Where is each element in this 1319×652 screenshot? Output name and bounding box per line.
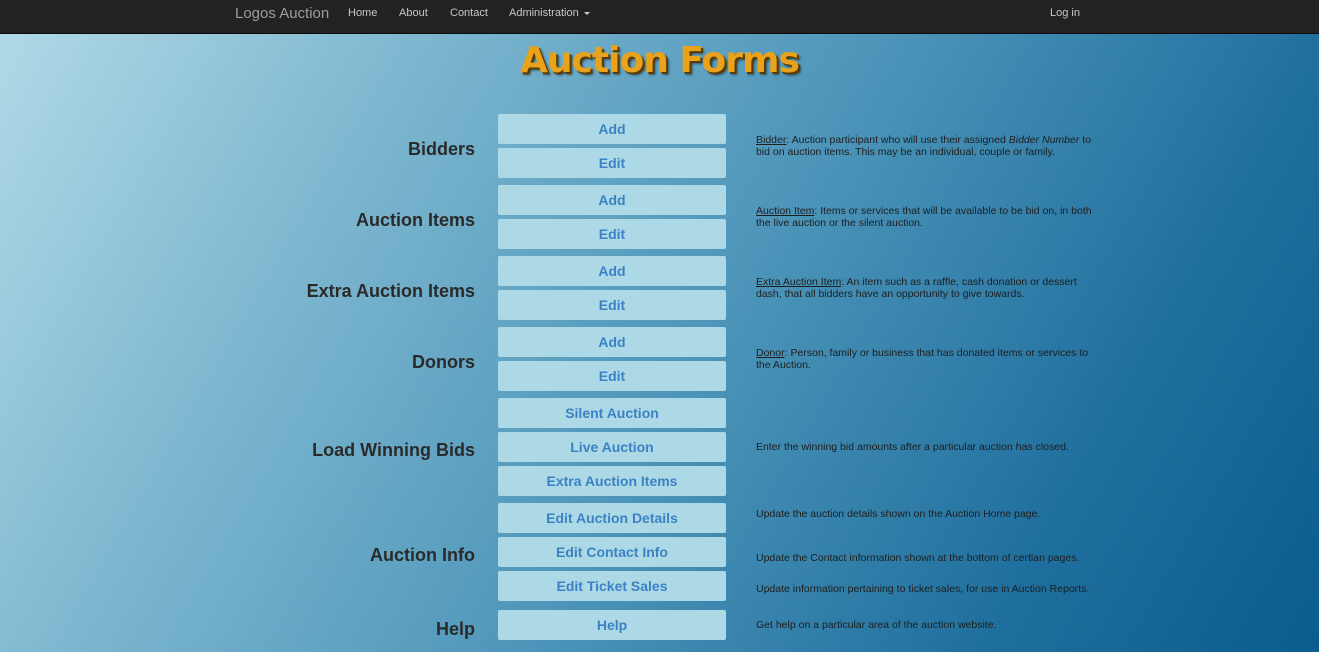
bidders-desc-text: : Auction participant who will use their… bbox=[786, 134, 1009, 146]
top-navbar: Logos Auction Home About Contact Adminis… bbox=[0, 0, 1319, 34]
donors-add-button[interactable]: Add bbox=[498, 327, 726, 357]
help-button[interactable]: Help bbox=[498, 610, 726, 640]
edit-ticket-sales-button[interactable]: Edit Ticket Sales bbox=[498, 571, 726, 601]
auction-items-add-button[interactable]: Add bbox=[498, 185, 726, 215]
section-label-extra-auction-items: Extra Auction Items bbox=[306, 281, 475, 301]
auction-details-description: Update the auction details shown on the … bbox=[756, 508, 1041, 520]
brand-link[interactable]: Logos Auction bbox=[235, 5, 329, 22]
donors-desc-text: : Person, family or business that has do… bbox=[756, 347, 1089, 371]
winning-bids-description: Enter the winning bid amounts after a pa… bbox=[756, 441, 1069, 453]
silent-auction-button[interactable]: Silent Auction bbox=[498, 398, 726, 428]
nav-about[interactable]: About bbox=[399, 7, 428, 19]
section-label-auction-items: Auction Items bbox=[355, 210, 475, 230]
extra-auction-items-bids-button[interactable]: Extra Auction Items bbox=[498, 466, 726, 496]
login-link[interactable]: Log in bbox=[1050, 7, 1080, 19]
auction-items-description: Auction Item: Items or services that wil… bbox=[756, 205, 1096, 229]
nav-contact[interactable]: Contact bbox=[450, 7, 488, 19]
section-label-donors: Donors bbox=[412, 352, 475, 372]
donors-edit-button[interactable]: Edit bbox=[498, 361, 726, 391]
auction-item-term: Auction Item bbox=[756, 205, 815, 217]
nav-home[interactable]: Home bbox=[348, 7, 377, 19]
caret-down-icon bbox=[583, 11, 590, 15]
help-description: Get help on a particular area of the auc… bbox=[756, 619, 997, 631]
donors-description: Donor: Person, family or business that h… bbox=[756, 347, 1096, 371]
section-label-help: Help bbox=[435, 619, 475, 639]
extra-auction-item-term: Extra Auction Item bbox=[756, 276, 842, 288]
live-auction-button[interactable]: Live Auction bbox=[498, 432, 726, 462]
nav-administration-dropdown[interactable]: Administration bbox=[509, 7, 590, 19]
nav-administration-label: Administration bbox=[509, 7, 579, 19]
donor-term: Donor bbox=[756, 347, 785, 359]
page-title: Auction Forms bbox=[520, 40, 800, 81]
bidders-description: Bidder: Auction participant who will use… bbox=[756, 134, 1096, 158]
section-label-load-winning-bids: Load Winning Bids bbox=[312, 440, 475, 460]
ticket-sales-description: Update information pertaining to ticket … bbox=[756, 583, 1090, 595]
extra-items-edit-button[interactable]: Edit bbox=[498, 290, 726, 320]
bidder-number-term: Bidder Number bbox=[1008, 134, 1080, 146]
contact-info-description: Update the Contact information shown at … bbox=[756, 552, 1080, 564]
bidders-add-button[interactable]: Add bbox=[498, 114, 726, 144]
section-label-bidders: Bidders bbox=[407, 139, 475, 159]
bidders-term: Bidder bbox=[756, 134, 787, 146]
edit-auction-details-button[interactable]: Edit Auction Details bbox=[498, 503, 726, 533]
extra-items-add-button[interactable]: Add bbox=[498, 256, 726, 286]
bidders-edit-button[interactable]: Edit bbox=[498, 148, 726, 178]
extra-items-description: Extra Auction Item: An item such as a ra… bbox=[756, 276, 1096, 300]
auction-items-edit-button[interactable]: Edit bbox=[498, 219, 726, 249]
edit-contact-info-button[interactable]: Edit Contact Info bbox=[498, 537, 726, 567]
section-label-auction-info: Auction Info bbox=[370, 545, 475, 565]
